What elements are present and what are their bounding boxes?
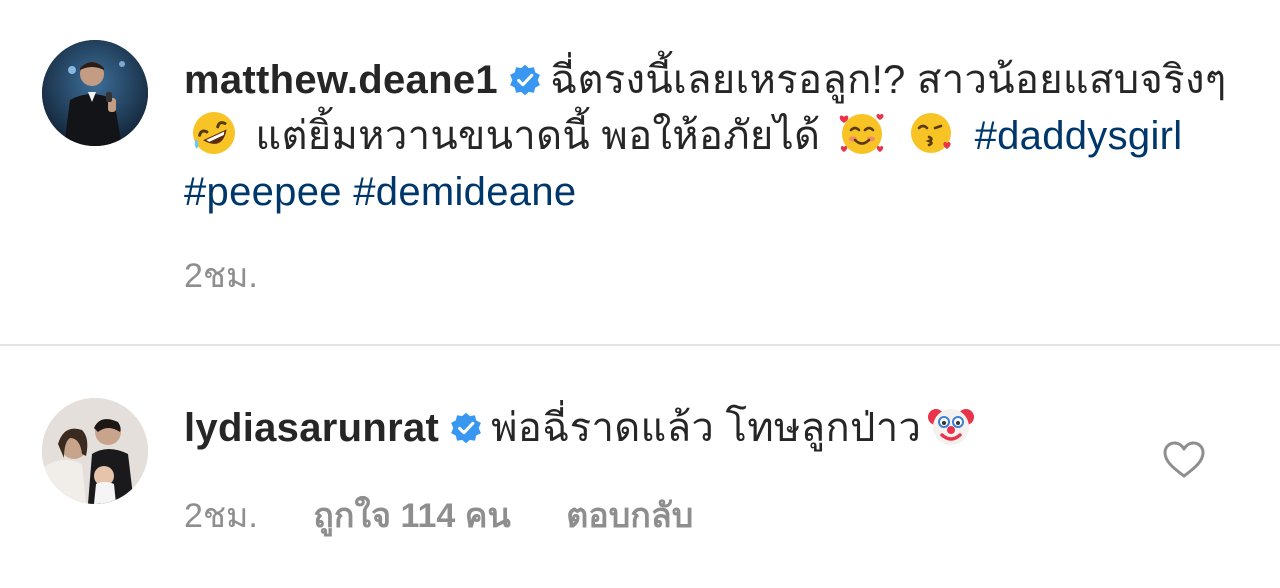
heart-like-icon[interactable] (1162, 440, 1206, 480)
avatar[interactable] (42, 40, 148, 146)
verified-badge-icon (451, 412, 481, 444)
avatar-image (42, 40, 148, 146)
caption-text: matthew.deane1 ฉี่ตรงนี้เลยเหรอลูก!? สาว… (184, 52, 1244, 220)
reply-message: พ่อฉี่ราดแล้ว โทษลูกป่าว (491, 406, 922, 450)
comment-thread: matthew.deane1 ฉี่ตรงนี้เลยเหรอลูก!? สาว… (0, 0, 1280, 588)
rofl-emoji-icon (193, 112, 235, 154)
caption-username[interactable]: matthew.deane1 (184, 58, 498, 102)
avatar[interactable] (42, 398, 148, 504)
caption-text-part2: แต่ยิ้มหวานขนาดนี้ พอให้อภัยได้ (255, 114, 821, 158)
likes-count-link[interactable]: ถูกใจ 114 คน (313, 497, 510, 535)
reply-meta: 2ชม. ถูกใจ 114 คน ตอบกลับ (184, 488, 739, 542)
reply-text: lydiasarunrat พ่อฉี่ราดแล้ว โทษลูกป่าว (184, 400, 981, 456)
face-blowing-kiss-emoji-icon (911, 113, 952, 153)
divider (0, 344, 1280, 346)
caption-timestamp: 2ชม. (184, 257, 258, 295)
caption-text-part1: ฉี่ตรงนี้เลยเหรอลูก!? สาวน้อยแสบจริงๆ (549, 58, 1227, 102)
clown-face-emoji-icon (928, 409, 975, 445)
verified-badge-icon (510, 64, 540, 96)
reply-button[interactable]: ตอบกลับ (566, 497, 693, 535)
reply-timestamp: 2ชม. (184, 497, 258, 535)
avatar-image (42, 398, 148, 504)
reply-username[interactable]: lydiasarunrat (184, 406, 439, 450)
smiling-face-with-hearts-emoji-icon (839, 113, 884, 154)
